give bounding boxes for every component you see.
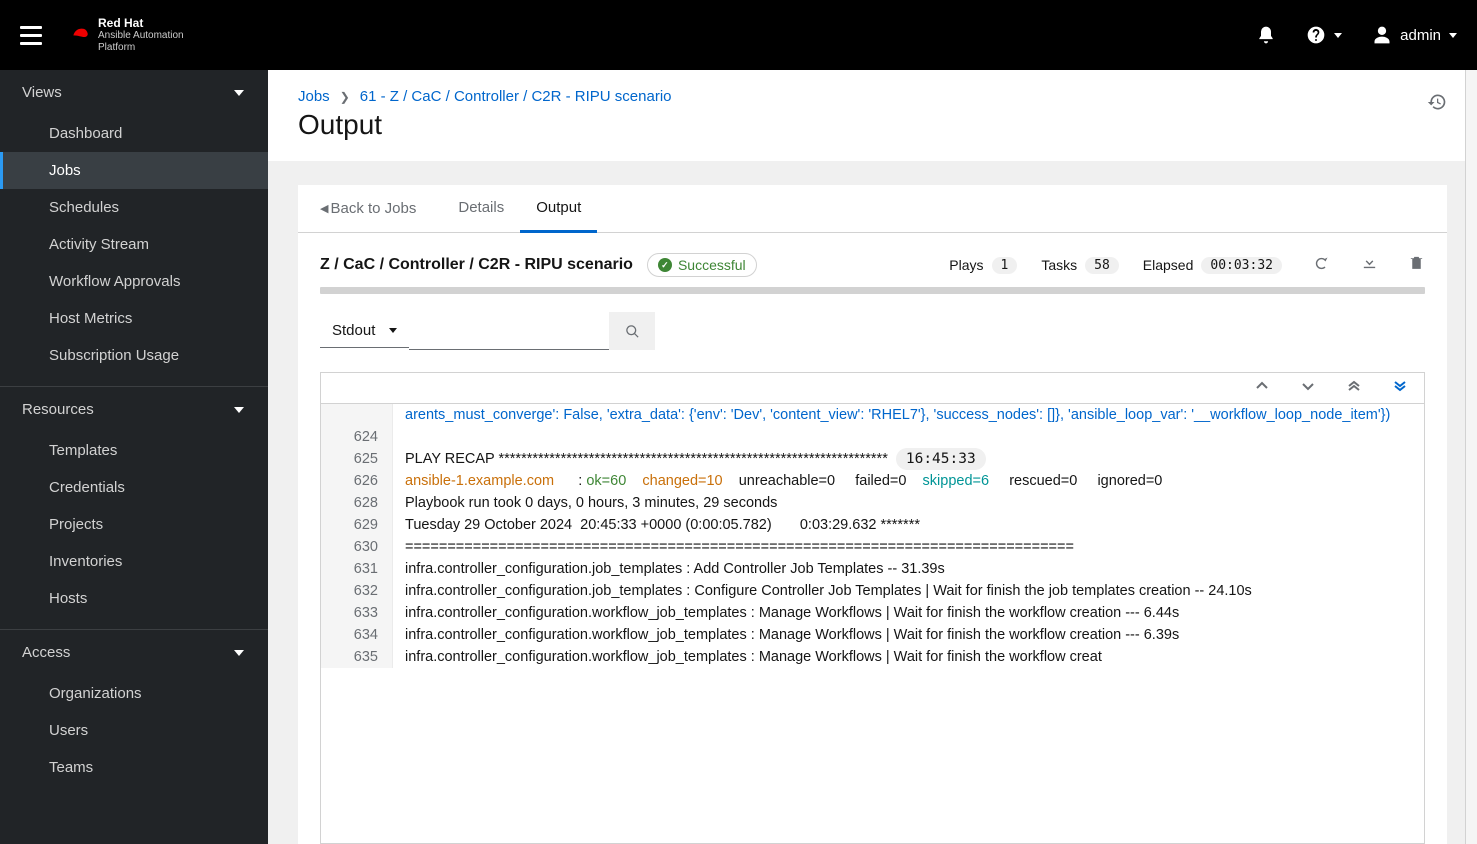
chevron-down-icon — [234, 650, 244, 656]
log-line: arents_must_converge': False, 'extra_dat… — [321, 404, 1424, 426]
breadcrumb-root[interactable]: Jobs — [298, 88, 330, 105]
tab-output[interactable]: Output — [520, 185, 597, 233]
notifications-icon[interactable] — [1256, 25, 1276, 45]
log-line: 628Playbook run took 0 days, 0 hours, 3 … — [321, 492, 1424, 514]
user-menu[interactable]: admin — [1372, 25, 1457, 45]
breadcrumb-separator: ❯ — [340, 90, 350, 104]
log-line: 634infra.controller_configuration.workfl… — [321, 624, 1424, 646]
plays-label: Plays — [949, 257, 983, 273]
dropdown-value: Stdout — [332, 322, 375, 339]
scroll-next-button[interactable] — [1302, 379, 1314, 397]
chevron-down-icon — [1449, 33, 1457, 38]
brand-logo[interactable]: Red Hat Ansible Automation Platform — [70, 17, 184, 54]
tabs: ◀ Back to Jobs Details Output — [298, 185, 1447, 233]
chevron-left-icon: ◀ — [320, 202, 328, 215]
tab-details[interactable]: Details — [442, 185, 520, 233]
nav-group-views[interactable]: Views — [0, 70, 268, 115]
scroll-top-button[interactable] — [1348, 379, 1360, 397]
sidebar-item-jobs[interactable]: Jobs — [0, 152, 268, 189]
redhat-icon — [70, 27, 90, 42]
sidebar-item-credentials[interactable]: Credentials — [0, 469, 268, 506]
status-label: Successful — [678, 257, 746, 273]
elapsed-value: 00:03:32 — [1201, 257, 1282, 274]
plays-count: 1 — [992, 257, 1018, 274]
page-title: Output — [298, 109, 672, 141]
download-button[interactable] — [1361, 254, 1378, 276]
sidebar-item-schedules[interactable]: Schedules — [0, 189, 268, 226]
main-content: Jobs ❯ 61 - Z / CaC / Controller / C2R -… — [268, 70, 1477, 844]
delete-button[interactable] — [1408, 254, 1425, 276]
log-line: 624 — [321, 426, 1424, 448]
back-label: Back to Jobs — [330, 200, 416, 217]
back-to-jobs-link[interactable]: ◀ Back to Jobs — [320, 186, 424, 231]
scroll-previous-button[interactable] — [1256, 379, 1268, 397]
nav-group-resources[interactable]: Resources — [0, 387, 268, 432]
sidebar-item-organizations[interactable]: Organizations — [0, 675, 268, 712]
sidebar-item-hosts[interactable]: Hosts — [0, 580, 268, 617]
log-line: 635infra.controller_configuration.workfl… — [321, 646, 1424, 668]
log-line: 625PLAY RECAP **************************… — [321, 448, 1424, 470]
elapsed-label: Elapsed — [1143, 257, 1194, 273]
output-toolbar — [321, 373, 1424, 404]
user-icon — [1372, 25, 1392, 45]
scroll-bottom-button[interactable] — [1394, 379, 1406, 397]
status-badge: Successful — [647, 253, 757, 277]
sidebar-item-projects[interactable]: Projects — [0, 506, 268, 543]
user-name-label: admin — [1400, 27, 1441, 44]
success-check-icon — [658, 258, 672, 272]
tasks-count: 58 — [1085, 257, 1119, 274]
sidebar-item-teams[interactable]: Teams — [0, 749, 268, 786]
chevron-down-icon — [1334, 33, 1342, 38]
chevron-down-icon — [234, 407, 244, 413]
page-scrollbar[interactable] — [1465, 70, 1477, 844]
sidebar-item-workflow-approvals[interactable]: Workflow Approvals — [0, 263, 268, 300]
breadcrumb-current[interactable]: 61 - Z / CaC / Controller / C2R - RIPU s… — [360, 88, 672, 105]
sidebar-item-activity-stream[interactable]: Activity Stream — [0, 226, 268, 263]
output-filter-dropdown[interactable]: Stdout — [320, 314, 409, 348]
nav-group-access[interactable]: Access — [0, 630, 268, 675]
job-history-button[interactable] — [1427, 92, 1447, 117]
help-menu[interactable] — [1306, 25, 1342, 45]
help-icon — [1306, 25, 1326, 45]
brand-product-2: Platform — [98, 42, 184, 54]
log-line: 629Tuesday 29 October 2024 20:45:33 +000… — [321, 514, 1424, 536]
output-search-input[interactable] — [409, 312, 609, 350]
log-line: 631infra.controller_configuration.job_te… — [321, 558, 1424, 580]
nav-toggle-button[interactable] — [20, 26, 42, 45]
log-line: 632infra.controller_configuration.job_te… — [321, 580, 1424, 602]
sidebar-item-subscription-usage[interactable]: Subscription Usage — [0, 337, 268, 374]
job-title: Z / CaC / Controller / C2R - RIPU scenar… — [320, 256, 633, 274]
brand-name: Red Hat — [98, 17, 184, 31]
brand-product-1: Ansible Automation — [98, 30, 184, 42]
sidebar-item-dashboard[interactable]: Dashboard — [0, 115, 268, 152]
tasks-label: Tasks — [1041, 257, 1077, 273]
sidebar-item-users[interactable]: Users — [0, 712, 268, 749]
job-summary: Z / CaC / Controller / C2R - RIPU scenar… — [298, 233, 1447, 287]
sidebar-item-inventories[interactable]: Inventories — [0, 543, 268, 580]
log-line: 626ansible-1.example.com : ok=60 changed… — [321, 470, 1424, 492]
search-button[interactable] — [609, 312, 655, 350]
job-progress-bar — [320, 287, 1425, 294]
sidebar-item-host-metrics[interactable]: Host Metrics — [0, 300, 268, 337]
breadcrumb: Jobs ❯ 61 - Z / CaC / Controller / C2R -… — [298, 88, 672, 105]
relaunch-button[interactable] — [1314, 254, 1331, 276]
sidebar: ViewsDashboardJobsSchedulesActivity Stre… — [0, 70, 268, 844]
sidebar-item-templates[interactable]: Templates — [0, 432, 268, 469]
log-line: 630=====================================… — [321, 536, 1424, 558]
output-log[interactable]: arents_must_converge': False, 'extra_dat… — [321, 404, 1424, 843]
chevron-down-icon — [389, 328, 397, 333]
chevron-down-icon — [234, 90, 244, 96]
top-header: Red Hat Ansible Automation Platform admi… — [0, 0, 1477, 70]
log-line: 633infra.controller_configuration.workfl… — [321, 602, 1424, 624]
